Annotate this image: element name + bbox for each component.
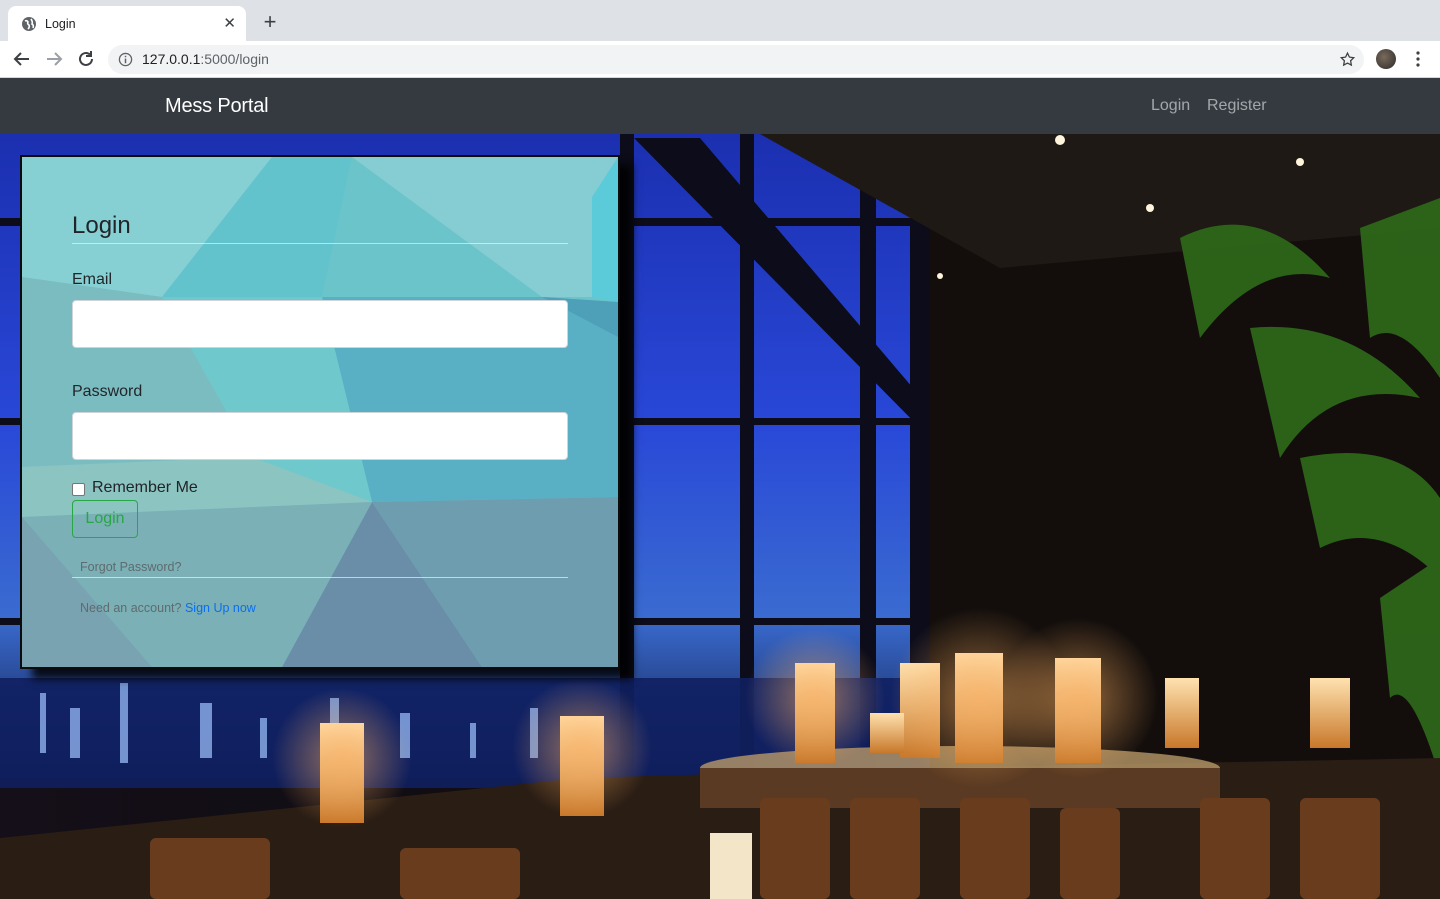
- form-title: Login: [72, 212, 131, 239]
- login-button[interactable]: Login: [72, 500, 138, 538]
- tab-title: Login: [45, 16, 76, 31]
- nav-register-link[interactable]: Register: [1207, 78, 1267, 134]
- site-navbar: Mess Portal Login Register: [0, 78, 1440, 134]
- email-field[interactable]: [72, 300, 568, 348]
- plus-icon[interactable]: +: [259, 11, 281, 33]
- email-label: Email: [72, 271, 113, 288]
- reload-icon[interactable]: [74, 47, 98, 71]
- globe-icon: [22, 16, 36, 31]
- forgot-divider: [72, 577, 568, 578]
- info-icon[interactable]: [118, 52, 133, 67]
- avatar[interactable]: [1376, 49, 1396, 69]
- star-icon[interactable]: [1339, 51, 1356, 68]
- forward-arrow-icon[interactable]: [42, 47, 66, 71]
- url-text: 127.0.0.1:5000/login: [142, 51, 269, 67]
- browser-tab-strip: Login ✕ +: [0, 0, 1440, 41]
- password-field[interactable]: [72, 412, 568, 460]
- address-bar[interactable]: 127.0.0.1:5000/login: [108, 45, 1364, 74]
- password-label: Password: [72, 383, 143, 400]
- signup-prompt: Need an account? Sign Up now: [80, 601, 256, 615]
- signup-link[interactable]: Sign Up now: [185, 601, 256, 615]
- close-icon[interactable]: ✕: [223, 16, 236, 31]
- brand-link[interactable]: Mess Portal: [165, 78, 269, 134]
- remember-me-label[interactable]: Remember Me: [92, 479, 198, 497]
- login-form: Login Email Password Remember Me Login F…: [72, 157, 568, 667]
- remember-me-checkbox[interactable]: [72, 483, 85, 496]
- title-divider: [72, 243, 568, 244]
- need-account-text: Need an account?: [80, 601, 182, 615]
- page-viewport: Mess Portal Login Register Login Email P…: [0, 78, 1440, 899]
- back-arrow-icon[interactable]: [10, 47, 34, 71]
- forgot-password-link[interactable]: Forgot Password?: [80, 560, 181, 574]
- browser-tab[interactable]: Login ✕: [8, 6, 246, 41]
- nav-login-link[interactable]: Login: [1151, 78, 1190, 134]
- browser-toolbar: 127.0.0.1:5000/login: [0, 41, 1440, 78]
- login-card: Login Email Password Remember Me Login F…: [20, 155, 620, 669]
- kebab-menu-icon[interactable]: [1410, 49, 1426, 69]
